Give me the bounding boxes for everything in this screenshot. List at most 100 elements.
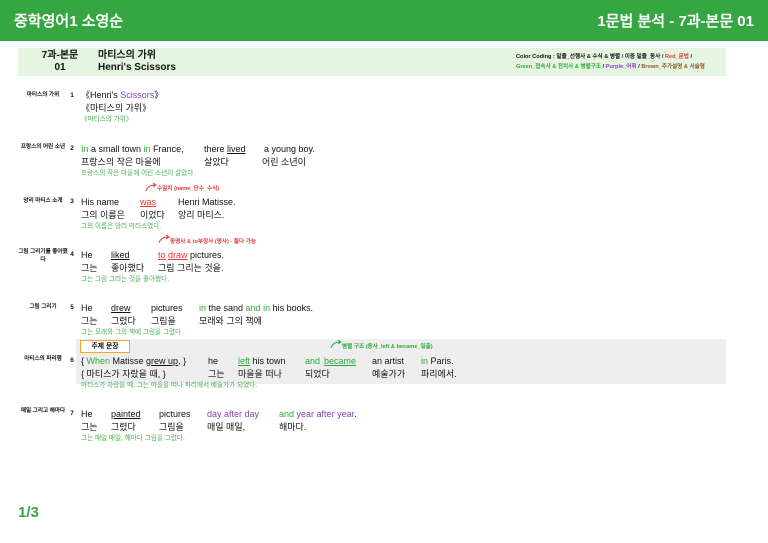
sentence-english: pictures: [159, 409, 191, 419]
lesson-title-korean: 마티스의 가위: [98, 50, 156, 61]
grammar-note: 병렬 구조 (동사_left & became_일출): [342, 344, 433, 350]
row-number: 6: [70, 357, 74, 364]
word: 》: [154, 90, 164, 100]
sentence-korean: 그림 그리는 것을.: [158, 263, 224, 273]
sentence-english-phrase: in the sand and in his books.: [199, 302, 313, 314]
sentence-english-clause: { When Matisse grew up, }: [81, 355, 186, 367]
page-number: 1/3: [18, 504, 39, 521]
connector-word: When: [86, 356, 111, 366]
word: 《Henri's: [81, 90, 121, 100]
row-label: 매일 그리고 해마다: [20, 408, 66, 414]
sentence-english: In a small town in France,: [81, 143, 184, 155]
sentence-english: pictures: [151, 303, 183, 313]
color-legend: Color Coding : 밑줄_선행사 & 수식 & 병렬 / 이중 밑줄_…: [516, 52, 726, 72]
legend-sep: /: [688, 54, 693, 60]
verb-word: drew: [111, 303, 131, 313]
sentence-english: an artist: [372, 356, 405, 366]
vocab-word: Scissors: [120, 90, 155, 100]
sentence-english: 《Henri's Scissors》: [81, 89, 163, 101]
lesson-code-line1: 7과-본문: [41, 50, 79, 61]
sentence-korean: 모래와 그의 책에: [199, 316, 262, 326]
sentence-korean: 좋아했다: [111, 263, 145, 273]
sentence-korean: 해마다.: [279, 422, 307, 432]
connector-word: in: [421, 356, 429, 366]
legend-purple: Purple_어휘: [605, 64, 637, 70]
word: Matisse: [110, 356, 147, 366]
sentence-korean: 그의 이름은: [81, 210, 125, 220]
sentence-english: His name: [81, 197, 120, 207]
translation: 마티스가 자랐을 때, 그는 마을을 떠나 파리에서 예술가가 되었다.: [81, 382, 258, 389]
row-number: 5: [70, 304, 74, 311]
word: a small town: [88, 144, 144, 154]
legend-prefix: Color Coding : 밑줄_선행사 & 수식 & 병렬 / 이중 밑줄_…: [516, 54, 665, 60]
connector-word: and: [279, 409, 295, 419]
word: pictures.: [187, 250, 225, 260]
sentence-english: He: [81, 409, 93, 419]
lesson-code: 7과-본문 01: [38, 50, 82, 74]
sentence-korean: 되었다: [305, 369, 330, 379]
vocab-word: year after year: [296, 409, 355, 419]
word: France,: [150, 144, 184, 154]
row-label: 그림 그리기를 좋아했다: [18, 249, 68, 263]
sentence-english-subject: a young boy.: [264, 144, 315, 154]
sentence-korean: 그는: [208, 369, 225, 379]
vocab-word: day after day: [207, 409, 260, 419]
sentence-english-phrase: left his town: [238, 355, 286, 367]
verb-word: painted: [111, 409, 141, 419]
word: there: [204, 144, 228, 154]
sentence-korean: { 마티스가 자랐을 때, }: [81, 369, 166, 379]
row-label: 그림 그리기: [29, 304, 57, 310]
sentence-english-verb: there lived: [204, 143, 246, 155]
sentence-korean: 《마티스의 가위》: [81, 103, 152, 113]
grammar-word: to: [158, 250, 166, 260]
connector-word: and: [305, 356, 321, 366]
translation: 그는 그림 그리는 것을 좋아했다.: [81, 276, 170, 283]
row-number: 7: [70, 410, 74, 417]
translation: 그는 매일 매일, 해마다 그림을 그렸다.: [81, 435, 185, 442]
sentence-korean: 그림을: [159, 422, 184, 432]
translation: 프랑스의 작은 마을에 어린 소년이 살았다.: [81, 170, 196, 177]
book-title: 중학영어1 소영순: [14, 13, 124, 30]
translation: 《마티스의 가위》: [81, 116, 133, 123]
sentence-korean: 그는: [81, 263, 98, 273]
sentence-korean: 그렸다: [111, 316, 136, 326]
word: , }: [178, 356, 187, 366]
legend-red: Red_문법: [664, 54, 689, 60]
arrow-icon: [145, 183, 157, 192]
lesson-title-english: Henri's Scissors: [98, 62, 176, 73]
sentence-english: He: [81, 250, 93, 260]
word: his books.: [270, 303, 314, 313]
sentence-english: Henri Matisse.: [178, 197, 236, 207]
sentence-korean: 예술가가: [372, 369, 406, 379]
word: his town: [250, 356, 286, 366]
grammar-note: 동명사 & to부정사 (명사) - 둘다 가능: [170, 239, 256, 245]
legend-brown: Brown_추가설명 & 서술형: [641, 64, 705, 70]
sentence-korean: 그는: [81, 422, 98, 432]
row-label: 프랑스의 어린 소년: [20, 144, 66, 150]
verb-word: became: [324, 356, 357, 366]
translation: 그의 이름은 앙리 마티스였다.: [81, 223, 162, 230]
word: Paris.: [428, 356, 454, 366]
row-label: 앙리 마티스 소개: [23, 198, 63, 204]
sentence-korean: 그는: [81, 316, 98, 326]
row-number: 4: [70, 251, 74, 258]
verb-word: grew up: [146, 356, 179, 366]
sentence-korean: 프랑스의 작은 마을에: [81, 157, 161, 167]
row-number: 3: [70, 198, 74, 205]
connector-word: in: [199, 303, 207, 313]
grammar-verb: was: [140, 197, 157, 207]
row-number: 1: [70, 92, 74, 99]
verb-word: lived: [227, 144, 246, 154]
sentence-korean: 이었다: [140, 210, 165, 220]
verb-word: left: [238, 356, 251, 366]
sentence-korean: 그림을: [151, 316, 176, 326]
sentence-korean: 매일 매일,: [207, 422, 246, 432]
arrow-icon: [330, 340, 342, 349]
grammar-note: 수일치 (name_단수_수식): [157, 186, 220, 192]
sentence-english: He: [81, 303, 93, 313]
word: .: [354, 409, 357, 419]
sentence-korean: 파리에서.: [421, 369, 457, 379]
translation: 그는 모래와 그의 책에 그림을 그렸다.: [81, 329, 183, 336]
lesson-title: 마티스의 가위 Henri's Scissors: [98, 50, 176, 74]
sentence-english-phrase: and year after year.: [279, 408, 357, 420]
